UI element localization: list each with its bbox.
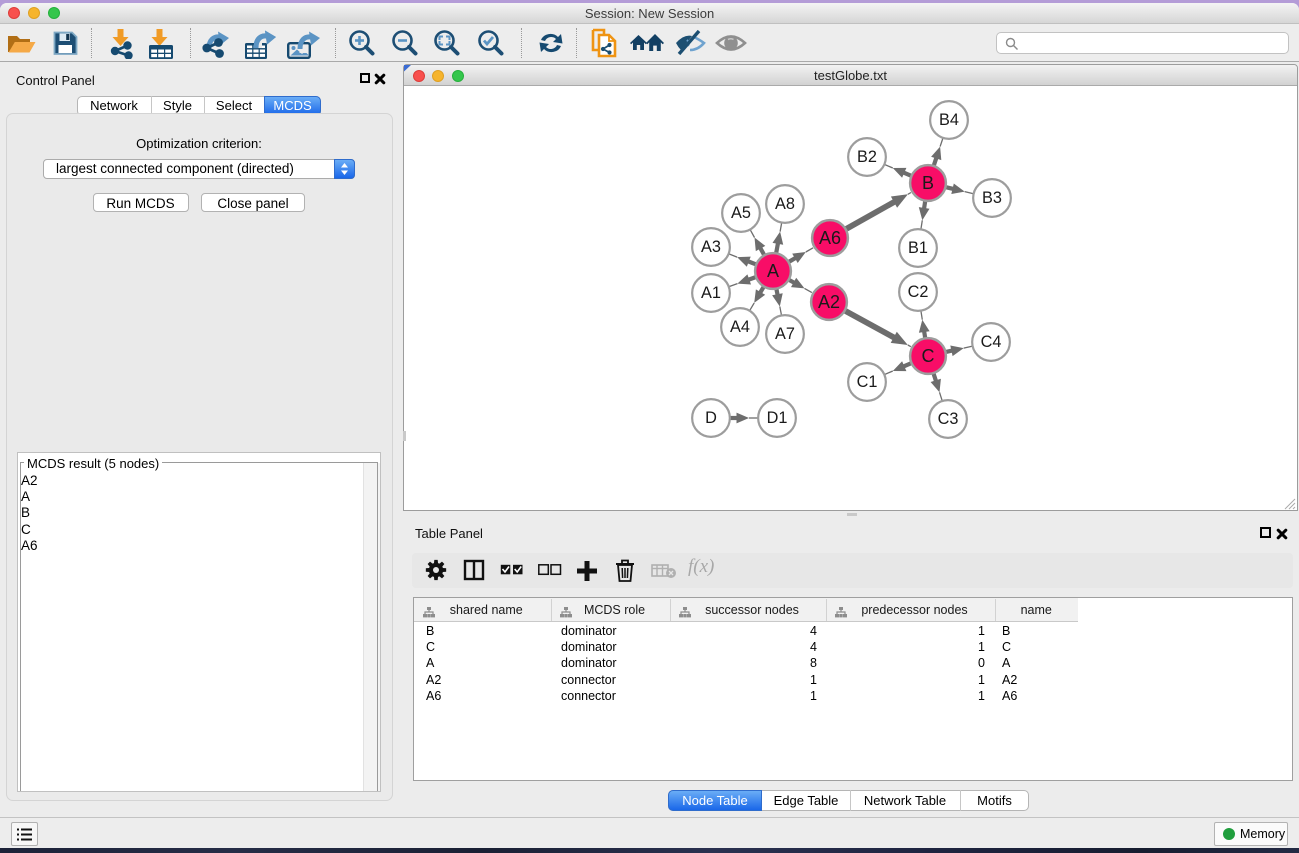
svg-text:C4: C4 xyxy=(981,333,1002,351)
svg-text:B3: B3 xyxy=(982,189,1002,207)
svg-text:D: D xyxy=(705,409,717,427)
svg-text:A: A xyxy=(767,261,779,281)
svg-text:A3: A3 xyxy=(701,238,721,256)
svg-text:A2: A2 xyxy=(818,292,840,312)
svg-text:A5: A5 xyxy=(731,204,751,222)
svg-text:A4: A4 xyxy=(730,318,750,336)
svg-text:B: B xyxy=(922,173,934,193)
svg-text:C: C xyxy=(922,346,935,366)
svg-text:A8: A8 xyxy=(775,195,795,213)
svg-text:C3: C3 xyxy=(938,410,959,428)
svg-text:A7: A7 xyxy=(775,325,795,343)
svg-text:A6: A6 xyxy=(819,228,841,248)
svg-text:D1: D1 xyxy=(767,409,788,427)
svg-text:B1: B1 xyxy=(908,239,928,257)
svg-text:B4: B4 xyxy=(939,111,959,129)
svg-text:B2: B2 xyxy=(857,148,877,166)
svg-text:C1: C1 xyxy=(857,373,878,391)
svg-text:A1: A1 xyxy=(701,284,721,302)
svg-text:C2: C2 xyxy=(908,283,929,301)
